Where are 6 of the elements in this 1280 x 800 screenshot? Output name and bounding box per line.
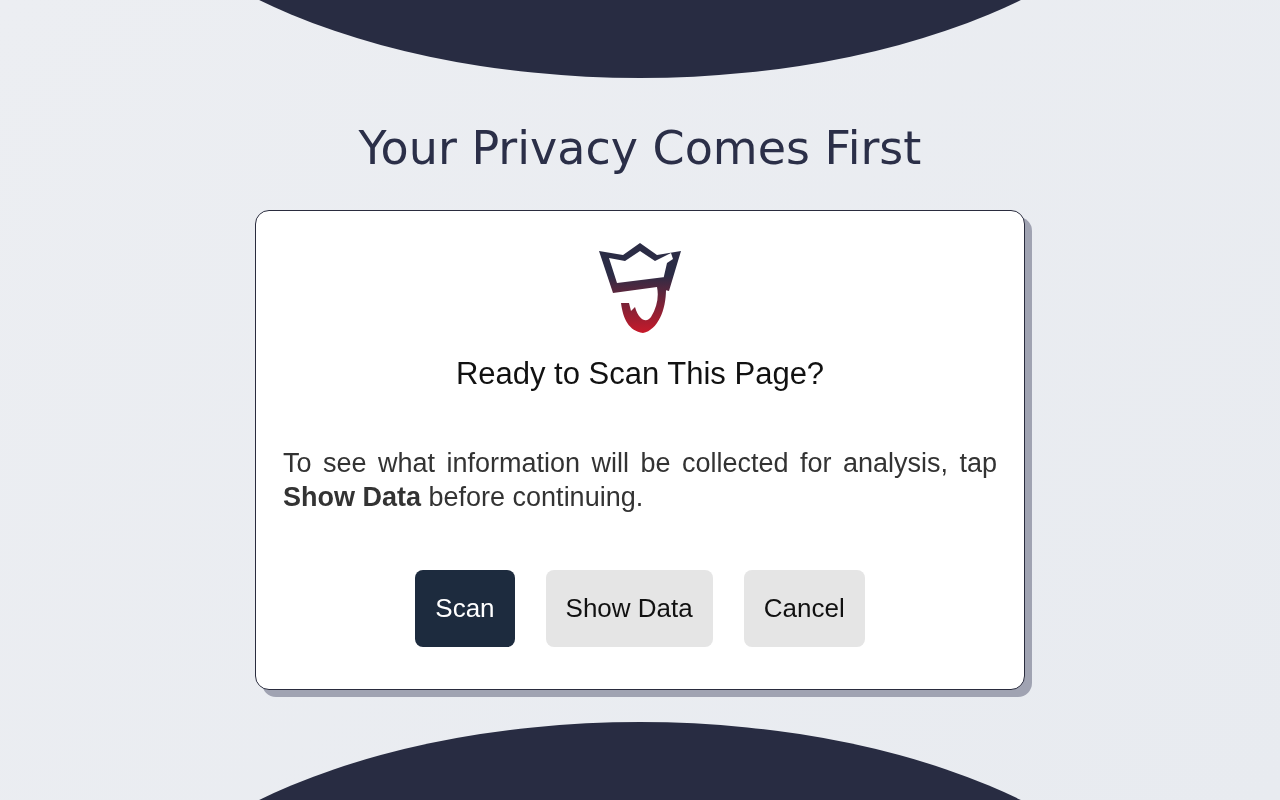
page-title: Your Privacy Comes First: [358, 120, 922, 177]
secondary-button[interactable]: Cancel: [743, 570, 865, 647]
primary-button[interactable]: Scan: [415, 570, 515, 647]
dialog-heading: Ready to Scan This Page?: [455, 356, 825, 392]
dialog-message: To see what information will be collected for analysis, tap Show Data before continuing.: [283, 447, 997, 514]
secondary-button[interactable]: Show Data: [545, 570, 713, 647]
